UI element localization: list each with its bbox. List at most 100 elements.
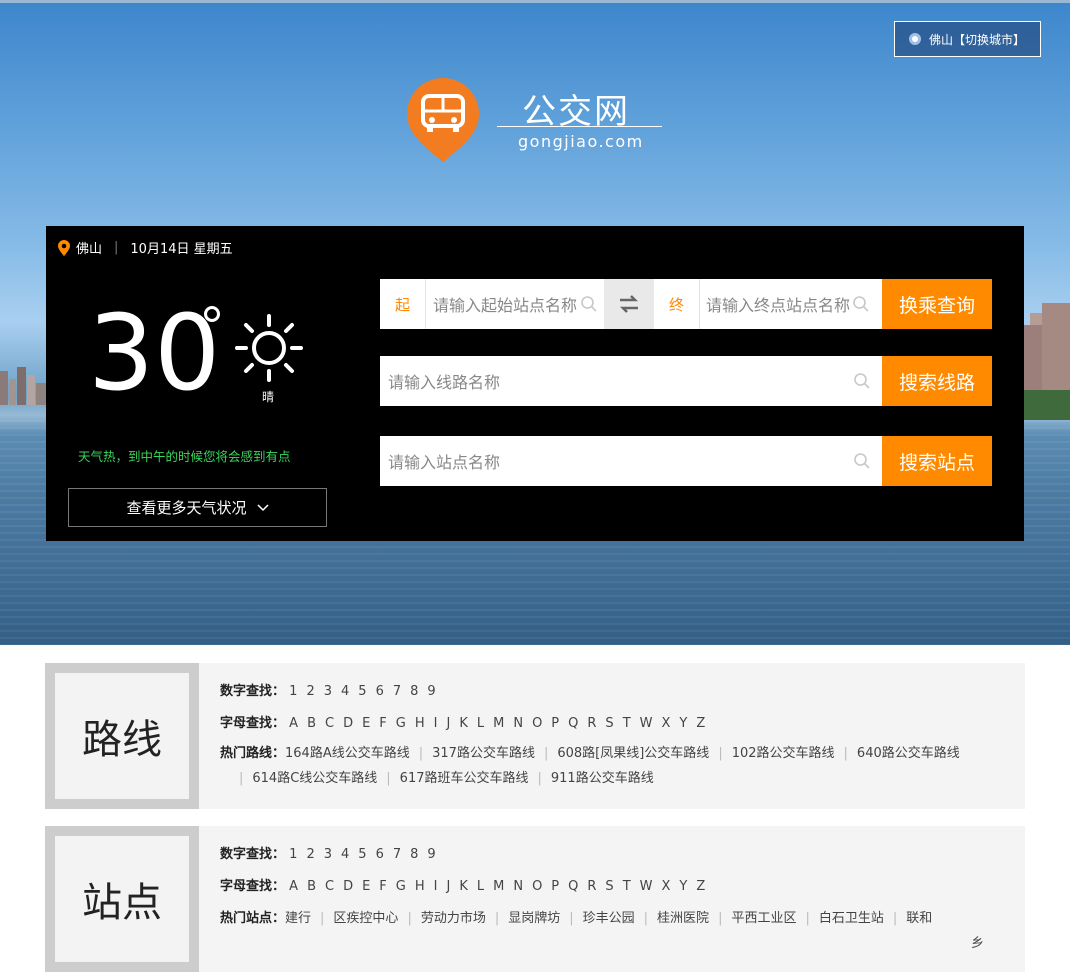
station-letter-link-G[interactable]: G xyxy=(396,879,406,894)
hot-station-link[interactable]: 联和 xyxy=(906,911,932,926)
route-digit-link-5[interactable]: 5 xyxy=(358,684,366,699)
station-digit-link-9[interactable]: 9 xyxy=(427,847,435,862)
route-letter-link-Y[interactable]: Y xyxy=(679,716,687,731)
station-letter-link-E[interactable]: E xyxy=(362,879,370,894)
route-letter-link-C[interactable]: C xyxy=(325,716,334,731)
route-digit-link-4[interactable]: 4 xyxy=(341,684,349,699)
weather-tip: 天气热，到中午的时候您将会感到有点 xyxy=(78,449,291,464)
station-letter-link-N[interactable]: N xyxy=(513,879,523,894)
station-letter-link-B[interactable]: B xyxy=(307,879,316,894)
station-letter-link-Q[interactable]: Q xyxy=(568,879,578,894)
hot-route-link[interactable]: 614路C线公交车路线 xyxy=(252,771,377,786)
hot-station-link[interactable]: 平西工业区 xyxy=(731,911,796,926)
hot-station-link[interactable]: 显岗牌坊 xyxy=(508,911,560,926)
routes-letter-label: 字母查找： xyxy=(220,716,286,731)
station-letter-link-O[interactable]: O xyxy=(532,879,542,894)
station-digit-link-2[interactable]: 2 xyxy=(306,847,314,862)
swap-stations-button[interactable] xyxy=(604,279,654,329)
route-digit-link-8[interactable]: 8 xyxy=(410,684,418,699)
station-letter-link-T[interactable]: T xyxy=(623,879,631,894)
route-letter-link-M[interactable]: M xyxy=(493,716,504,731)
route-letter-link-B[interactable]: B xyxy=(307,716,316,731)
route-digit-link-1[interactable]: 1 xyxy=(289,684,297,699)
station-letter-link-M[interactable]: M xyxy=(493,879,504,894)
hot-station-link[interactable]: 区疾控中心 xyxy=(333,911,398,926)
station-letter-link-D[interactable]: D xyxy=(343,879,353,894)
hot-route-link[interactable]: 317路公交车路线 xyxy=(432,746,535,761)
route-letter-link-H[interactable]: H xyxy=(415,716,425,731)
route-digit-link-7[interactable]: 7 xyxy=(393,684,401,699)
hot-station-link[interactable]: 珍丰公园 xyxy=(583,911,635,926)
station-digit-link-3[interactable]: 3 xyxy=(324,847,332,862)
station-digit-link-5[interactable]: 5 xyxy=(358,847,366,862)
route-letter-link-G[interactable]: G xyxy=(396,716,406,731)
hot-route-link[interactable]: 164路A线公交车路线 xyxy=(285,746,410,761)
station-letter-link-I[interactable]: I xyxy=(434,879,438,894)
station-letter-link-P[interactable]: P xyxy=(551,879,559,894)
hot-station-link[interactable]: 乡 xyxy=(971,936,984,951)
transfer-search-button[interactable]: 换乘查询 xyxy=(882,279,992,329)
hot-route-link[interactable]: 911路公交车路线 xyxy=(551,771,654,786)
route-digit-link-6[interactable]: 6 xyxy=(376,684,384,699)
station-letter-link-Z[interactable]: Z xyxy=(696,879,705,894)
station-digit-link-4[interactable]: 4 xyxy=(341,847,349,862)
hot-station-link[interactable]: 白石卫生站 xyxy=(819,911,884,926)
route-letter-link-F[interactable]: F xyxy=(379,716,386,731)
route-letter-link-J[interactable]: J xyxy=(446,716,450,731)
route-letter-link-I[interactable]: I xyxy=(434,716,438,731)
station-name-input[interactable]: 请输入站点名称 xyxy=(388,436,838,486)
hot-route-link[interactable]: 608路[凤果线]公交车路线 xyxy=(557,746,709,761)
route-letter-link-P[interactable]: P xyxy=(551,716,559,731)
route-letter-link-W[interactable]: W xyxy=(640,716,653,731)
hot-route-link[interactable]: 102路公交车路线 xyxy=(732,746,835,761)
station-digit-link-6[interactable]: 6 xyxy=(376,847,384,862)
station-letter-link-K[interactable]: K xyxy=(459,879,468,894)
hot-station-link[interactable]: 劳动力市场 xyxy=(421,911,486,926)
stations-hot-list-1: 建行 | 区疾控中心 | 劳动力市场 | 显岗牌坊 | 珍丰公园 | 桂洲医院 | 平西工业区 | 白石卫生… xyxy=(285,911,932,926)
route-letter-link-Z[interactable]: Z xyxy=(696,716,705,731)
city-switch-button[interactable]: 佛山【切换城市】 xyxy=(894,21,1041,57)
route-name-input[interactable]: 请输入线路名称 xyxy=(388,356,838,406)
route-search-button[interactable]: 搜索线路 xyxy=(882,356,992,406)
route-letter-link-T[interactable]: T xyxy=(623,716,631,731)
more-weather-button[interactable]: 查看更多天气状况 xyxy=(68,488,327,527)
route-letter-link-E[interactable]: E xyxy=(362,716,370,731)
route-letter-link-N[interactable]: N xyxy=(513,716,523,731)
station-letter-link-H[interactable]: H xyxy=(415,879,425,894)
routes-hot-row: 热门路线：164路A线公交车路线 | 317路公交车路线 | 608路[凤果线]公交车路… xyxy=(220,742,960,761)
routes-hot-label: 热门路线： xyxy=(220,746,286,761)
station-search-button[interactable]: 搜索站点 xyxy=(882,436,992,486)
route-digit-link-9[interactable]: 9 xyxy=(427,684,435,699)
station-letter-link-X[interactable]: X xyxy=(662,879,671,894)
station-letter-link-L[interactable]: L xyxy=(477,879,484,894)
station-digit-link-7[interactable]: 7 xyxy=(393,847,401,862)
route-letter-link-D[interactable]: D xyxy=(343,716,353,731)
start-station-input[interactable]: 请输入起始站点名称 xyxy=(433,279,583,329)
route-letter-link-L[interactable]: L xyxy=(477,716,484,731)
route-letter-link-Q[interactable]: Q xyxy=(568,716,578,731)
station-letter-link-J[interactable]: J xyxy=(446,879,450,894)
station-letter-link-W[interactable]: W xyxy=(640,879,653,894)
station-digit-link-8[interactable]: 8 xyxy=(410,847,418,862)
city-switch-label: 佛山【切换城市】 xyxy=(929,32,1026,47)
station-letter-link-S[interactable]: S xyxy=(605,879,613,894)
station-digit-link-1[interactable]: 1 xyxy=(289,847,297,862)
route-letter-link-A[interactable]: A xyxy=(289,716,298,731)
route-letter-link-O[interactable]: O xyxy=(532,716,542,731)
hot-route-link[interactable]: 640路公交车路线 xyxy=(857,746,960,761)
station-letter-link-F[interactable]: F xyxy=(379,879,386,894)
station-letter-link-C[interactable]: C xyxy=(325,879,334,894)
station-letter-link-R[interactable]: R xyxy=(587,879,596,894)
route-letter-link-S[interactable]: S xyxy=(605,716,613,731)
hot-route-link[interactable]: 617路班车公交车路线 xyxy=(400,771,529,786)
route-letter-link-R[interactable]: R xyxy=(587,716,596,731)
hot-station-link[interactable]: 建行 xyxy=(285,911,311,926)
hot-station-link[interactable]: 桂洲医院 xyxy=(657,911,709,926)
station-letter-link-A[interactable]: A xyxy=(289,879,298,894)
route-letter-link-K[interactable]: K xyxy=(459,716,468,731)
station-letter-link-Y[interactable]: Y xyxy=(679,879,687,894)
end-station-input[interactable]: 请输入终点站点名称 xyxy=(706,279,856,329)
route-digit-link-3[interactable]: 3 xyxy=(324,684,332,699)
route-letter-link-X[interactable]: X xyxy=(662,716,671,731)
route-digit-link-2[interactable]: 2 xyxy=(306,684,314,699)
